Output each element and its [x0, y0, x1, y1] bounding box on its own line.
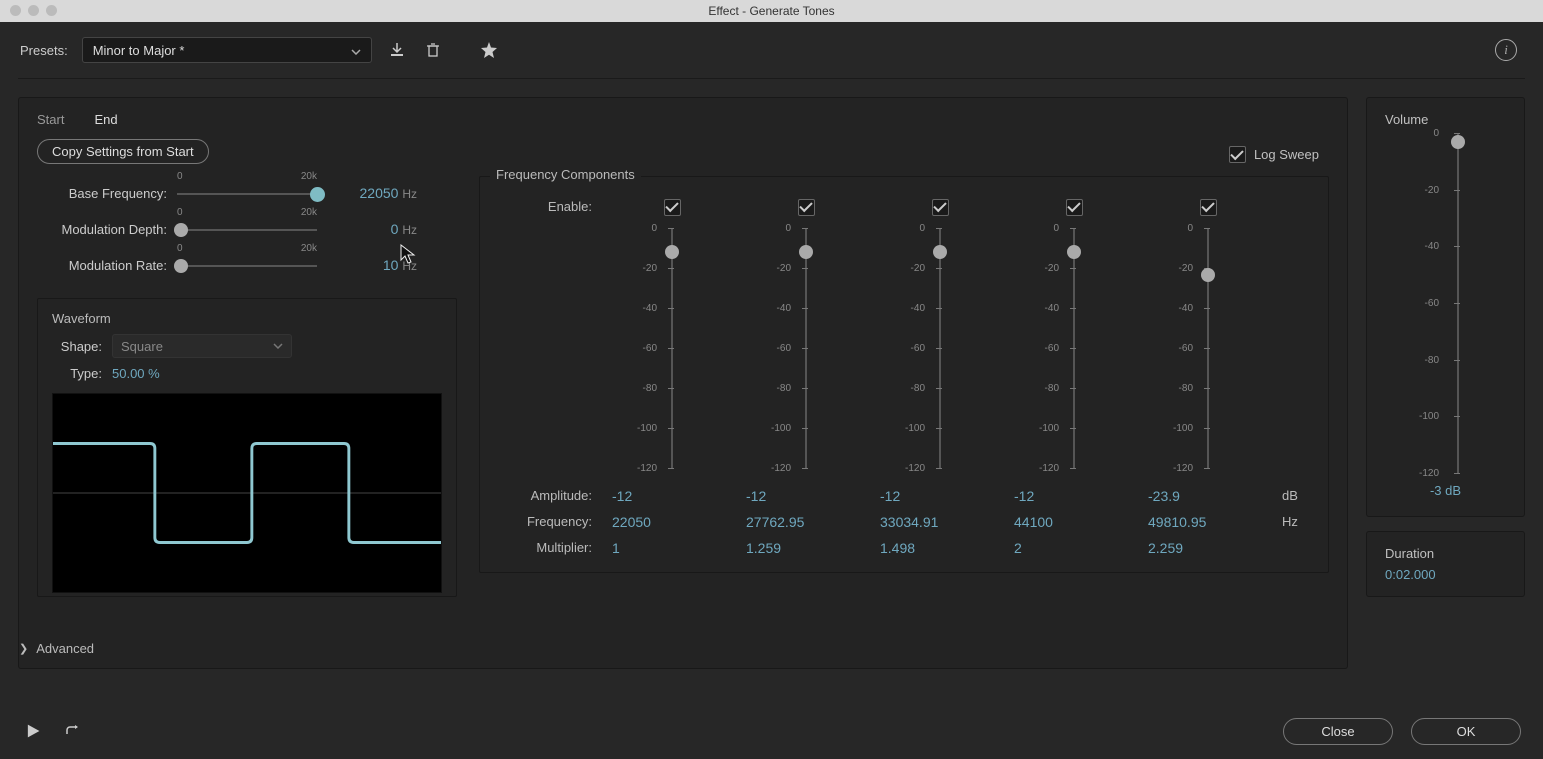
preset-select[interactable]: Minor to Major * — [82, 37, 372, 63]
amplitude-value-2[interactable]: -12 — [746, 488, 866, 504]
value-base-frequency[interactable]: 22050 Hz — [327, 185, 417, 201]
traffic-lights — [10, 5, 57, 16]
tab-start[interactable]: Start — [37, 112, 64, 127]
play-icon[interactable] — [22, 720, 44, 742]
waveform-group: Waveform Shape: Square Type: 50.00 % — [37, 298, 457, 597]
ok-button[interactable]: OK — [1411, 718, 1521, 745]
preset-bar: Presets: Minor to Major * i — [0, 22, 1543, 78]
db-unit: dB — [1282, 488, 1322, 503]
frequency-value-1[interactable]: 22050 — [612, 514, 732, 530]
amplitude-slider-1[interactable]: 0-20-40-60-80-100-120 — [657, 228, 687, 468]
window-title: Effect - Generate Tones — [708, 4, 834, 18]
amplitude-value-5[interactable]: -23.9 — [1148, 488, 1268, 504]
copy-settings-button[interactable]: Copy Settings from Start — [37, 139, 209, 164]
duration-title: Duration — [1385, 546, 1506, 561]
amplitude-value-3[interactable]: -12 — [880, 488, 1000, 504]
frequency-value-3[interactable]: 33034.91 — [880, 514, 1000, 530]
info-icon[interactable]: i — [1495, 39, 1517, 61]
waveform-shape-label: Shape: — [52, 339, 102, 354]
log-sweep-checkbox[interactable] — [1229, 146, 1246, 163]
slider-mod-depth[interactable]: 0 20k — [177, 217, 317, 241]
frequency-components-title: Frequency Components — [490, 167, 641, 182]
amplitude-value-4[interactable]: -12 — [1014, 488, 1134, 504]
frequency-value-5[interactable]: 49810.95 — [1148, 514, 1268, 530]
slider-base-frequency[interactable]: 0 20k — [177, 181, 317, 205]
multiplier-value-4[interactable]: 2 — [1014, 540, 1134, 556]
enable-checkbox-3[interactable] — [932, 199, 949, 216]
enable-checkbox-2[interactable] — [798, 199, 815, 216]
volume-value[interactable]: -3 dB — [1385, 483, 1506, 498]
log-sweep-row: Log Sweep — [1229, 146, 1319, 163]
start-end-tabs: Start End — [37, 112, 1329, 127]
preset-selected-value: Minor to Major * — [93, 43, 185, 58]
frequency-value-2[interactable]: 27762.95 — [746, 514, 866, 530]
minimize-window-icon[interactable] — [28, 5, 39, 16]
slider-mod-rate[interactable]: 0 20k — [177, 253, 317, 277]
amplitude-slider-2[interactable]: 0-20-40-60-80-100-120 — [791, 228, 821, 468]
chevron-down-icon — [351, 43, 361, 58]
amplitude-slider-5[interactable]: 0-20-40-60-80-100-120 — [1193, 228, 1223, 468]
waveform-title: Waveform — [52, 311, 442, 326]
slider-base-frequency-row: Base Frequency: 0 20k 22050 Hz — [37, 178, 467, 208]
multiplier-value-1[interactable]: 1 — [612, 540, 732, 556]
enable-label: Enable: — [498, 199, 598, 214]
zoom-window-icon[interactable] — [46, 5, 57, 16]
waveform-preview — [52, 393, 442, 593]
waveform-type-label: Type: — [52, 366, 102, 381]
waveform-shape-select[interactable]: Square — [112, 334, 292, 358]
volume-slider[interactable]: 0-20-40-60-80-100-120 — [1443, 133, 1473, 473]
bottom-bar: Close OK — [0, 703, 1543, 759]
value-mod-rate[interactable]: 10 Hz — [327, 257, 417, 273]
frequency-components-group: Frequency Components Enable: 0-20-40-60-… — [479, 176, 1329, 573]
label-mod-depth: Modulation Depth: — [37, 222, 167, 237]
close-button[interactable]: Close — [1283, 718, 1393, 745]
chevron-right-icon: ❯ — [19, 642, 28, 655]
frequency-label: Frequency: — [498, 514, 598, 529]
slider-mod-depth-row: Modulation Depth: 0 20k 0 Hz — [37, 214, 467, 244]
multiplier-value-5[interactable]: 2.259 — [1148, 540, 1268, 556]
presets-label: Presets: — [20, 43, 68, 58]
label-mod-rate: Modulation Rate: — [37, 258, 167, 273]
amplitude-slider-3[interactable]: 0-20-40-60-80-100-120 — [925, 228, 955, 468]
advanced-toggle[interactable]: ❯ Advanced — [19, 641, 94, 656]
log-sweep-label: Log Sweep — [1254, 147, 1319, 162]
multiplier-value-3[interactable]: 1.498 — [880, 540, 1000, 556]
enable-checkbox-5[interactable] — [1200, 199, 1217, 216]
waveform-type-value[interactable]: 50.00 % — [112, 366, 160, 381]
trash-icon[interactable] — [422, 39, 444, 61]
volume-panel: Volume 0-20-40-60-80-100-120 -3 dB — [1366, 97, 1525, 517]
multiplier-label: Multiplier: — [498, 540, 598, 555]
amplitude-slider-4[interactable]: 0-20-40-60-80-100-120 — [1059, 228, 1089, 468]
hz-unit: Hz — [1282, 514, 1322, 529]
label-base-frequency: Base Frequency: — [37, 186, 167, 201]
enable-checkbox-4[interactable] — [1066, 199, 1083, 216]
save-preset-icon[interactable] — [386, 39, 408, 61]
slider-block: Base Frequency: 0 20k 22050 Hz Modulatio… — [37, 178, 467, 280]
window-titlebar: Effect - Generate Tones — [0, 0, 1543, 22]
volume-title: Volume — [1385, 112, 1506, 127]
frequency-value-4[interactable]: 44100 — [1014, 514, 1134, 530]
amplitude-label: Amplitude: — [498, 488, 598, 503]
multiplier-value-2[interactable]: 1.259 — [746, 540, 866, 556]
favorite-star-icon[interactable] — [478, 39, 500, 61]
loop-icon[interactable] — [62, 720, 84, 742]
duration-value[interactable]: 0:02.000 — [1385, 567, 1506, 582]
close-window-icon[interactable] — [10, 5, 21, 16]
duration-panel: Duration 0:02.000 — [1366, 531, 1525, 597]
slider-mod-rate-row: Modulation Rate: 0 20k 10 Hz — [37, 250, 467, 280]
enable-checkbox-1[interactable] — [664, 199, 681, 216]
tab-end[interactable]: End — [94, 112, 117, 127]
amplitude-value-1[interactable]: -12 — [612, 488, 732, 504]
main-panel: Start End Copy Settings from Start Log S… — [18, 97, 1348, 669]
value-mod-depth[interactable]: 0 Hz — [327, 221, 417, 237]
